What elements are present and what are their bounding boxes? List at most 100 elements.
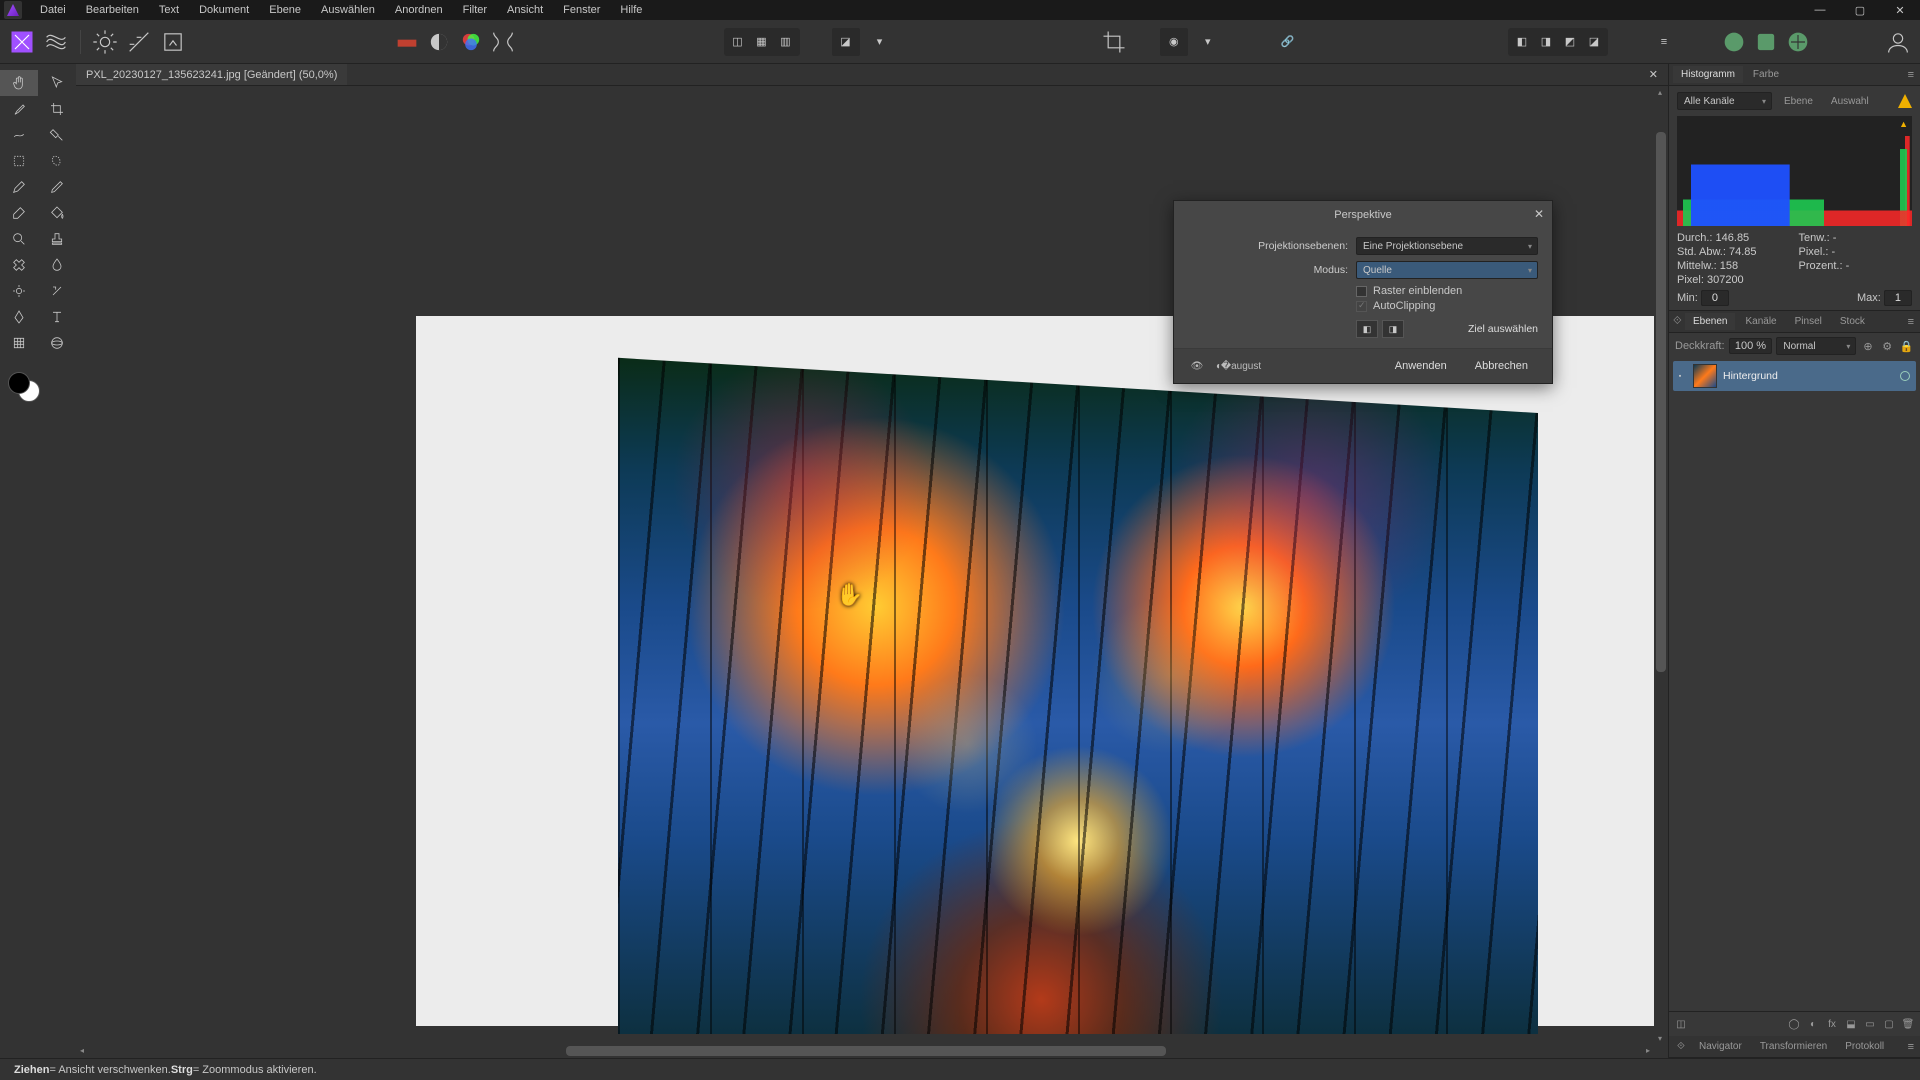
persona-photo-icon[interactable] xyxy=(8,28,36,56)
before-toggle[interactable]: ◧ xyxy=(1356,320,1378,338)
menu-anordnen[interactable]: Anordnen xyxy=(385,1,453,19)
move-tool[interactable] xyxy=(38,70,76,96)
fx-icon[interactable]: ⊕ xyxy=(1860,338,1875,354)
menu-datei[interactable]: Datei xyxy=(30,1,76,19)
perspective-dialog[interactable]: Perspektive ✕ Projektionsebenen: Eine Pr… xyxy=(1173,200,1553,384)
maximize-button[interactable]: ▢ xyxy=(1840,0,1880,20)
menu-dokument[interactable]: Dokument xyxy=(189,1,259,19)
brush-tool[interactable] xyxy=(0,174,38,200)
tab-histogram[interactable]: Histogramm xyxy=(1673,66,1743,83)
liquify-persona-icon[interactable] xyxy=(42,28,70,56)
sphere-tool[interactable] xyxy=(38,330,76,356)
erase-tool[interactable] xyxy=(0,200,38,226)
mode-select[interactable]: Quelle xyxy=(1356,261,1538,279)
dialog-close-icon[interactable]: ✕ xyxy=(1534,207,1544,221)
opacity-field[interactable]: 100 % xyxy=(1729,338,1773,354)
select-target-button[interactable]: Ziel auswählen xyxy=(1468,323,1538,335)
lock-icon[interactable]: 🔒 xyxy=(1899,338,1914,354)
tab-stock[interactable]: Stock xyxy=(1832,313,1873,330)
sync2-icon[interactable] xyxy=(1752,28,1780,56)
layer-opts-icon[interactable]: ◫ xyxy=(1673,1016,1689,1032)
autocontrast-icon[interactable] xyxy=(425,28,453,56)
dodge-tool[interactable] xyxy=(0,278,38,304)
gear-icon[interactable]: ⚙ xyxy=(1880,338,1895,354)
mesh-tool[interactable] xyxy=(38,278,76,304)
text-tool[interactable] xyxy=(38,304,76,330)
link-icon[interactable]: 🔗 xyxy=(1274,28,1302,56)
arrange2-icon[interactable]: ◨ xyxy=(1534,30,1558,54)
autolevel-icon[interactable] xyxy=(393,28,421,56)
document-tab[interactable]: PXL_20230127_135623241.jpg [Geändert] (5… xyxy=(76,64,347,85)
dropdown2-icon[interactable]: ▾ xyxy=(1194,28,1222,56)
menu-filter[interactable]: Filter xyxy=(453,1,497,19)
zoom-tool[interactable] xyxy=(0,226,38,252)
quickmask-icon[interactable]: ◪ xyxy=(832,28,860,56)
arrange1-icon[interactable]: ◧ xyxy=(1510,30,1534,54)
layer-row[interactable]: ▪ Hintergrund xyxy=(1673,361,1916,391)
tab-color[interactable]: Farbe xyxy=(1745,66,1787,83)
freehand-select-tool[interactable] xyxy=(38,148,76,174)
menu-auswählen[interactable]: Auswählen xyxy=(311,1,385,19)
arrange3-icon[interactable]: ◩ xyxy=(1558,30,1582,54)
layer-visible-icon[interactable] xyxy=(1900,371,1910,381)
adjust-icon[interactable]: ◐ xyxy=(1805,1016,1821,1032)
sync1-icon[interactable] xyxy=(1720,28,1748,56)
arrange4-icon[interactable]: ◪ xyxy=(1582,30,1606,54)
panel-menu-icon[interactable]: ≡ xyxy=(1902,69,1920,81)
preview-mirror-icon[interactable]: �august xyxy=(1232,358,1250,374)
menu-text[interactable]: Text xyxy=(149,1,189,19)
fill-tool[interactable] xyxy=(38,200,76,226)
heal-tool[interactable] xyxy=(0,252,38,278)
blur-tool[interactable] xyxy=(38,252,76,278)
crop-icon[interactable] xyxy=(1100,28,1128,56)
minimize-button[interactable]: — xyxy=(1800,0,1840,20)
group-icon[interactable]: ▭ xyxy=(1862,1016,1878,1032)
after-toggle[interactable]: ◨ xyxy=(1382,320,1404,338)
align-icon[interactable]: ≡ xyxy=(1650,28,1678,56)
menu-bearbeiten[interactable]: Bearbeiten xyxy=(76,1,149,19)
mask-icon[interactable]: ◯ xyxy=(1786,1016,1802,1032)
grid-checkbox[interactable]: Raster einblenden xyxy=(1356,285,1538,297)
menu-ansicht[interactable]: Ansicht xyxy=(497,1,553,19)
merge-icon[interactable]: ⬓ xyxy=(1843,1016,1859,1032)
dialog-title[interactable]: Perspektive ✕ xyxy=(1174,201,1552,229)
pencil-tool[interactable] xyxy=(38,174,76,200)
menu-fenster[interactable]: Fenster xyxy=(553,1,610,19)
dropdown-icon[interactable]: ▾ xyxy=(866,28,894,56)
sync3-icon[interactable] xyxy=(1784,28,1812,56)
tab-channels[interactable]: Kanäle xyxy=(1737,313,1784,330)
marquee-tool[interactable] xyxy=(0,148,38,174)
tab-history[interactable]: Protokoll xyxy=(1837,1038,1892,1055)
grid-tool[interactable] xyxy=(0,330,38,356)
close-doc-icon[interactable]: ✕ xyxy=(1639,68,1668,81)
tab-layers[interactable]: Ebenen xyxy=(1685,313,1735,330)
cancel-button[interactable]: Abbrechen xyxy=(1465,357,1538,375)
hist-max[interactable]: 1 xyxy=(1884,290,1912,306)
projection-select[interactable]: Eine Projektionsebene xyxy=(1356,237,1538,255)
tonemap-icon[interactable] xyxy=(125,28,153,56)
pin2-icon[interactable]: ⟐ xyxy=(1673,1039,1689,1055)
selection-brush-tool[interactable] xyxy=(0,122,38,148)
scope-layer-button[interactable]: Ebene xyxy=(1778,94,1819,109)
flood-select-tool[interactable] xyxy=(38,122,76,148)
stamp-tool[interactable] xyxy=(38,226,76,252)
scope-selection-button[interactable]: Auswahl xyxy=(1825,94,1875,109)
hand-tool[interactable] xyxy=(0,70,38,96)
channel-select[interactable]: Alle Kanäle xyxy=(1677,92,1772,110)
autowb-icon[interactable] xyxy=(489,28,517,56)
tab-brushes[interactable]: Pinsel xyxy=(1787,313,1830,330)
color-picker-tool[interactable] xyxy=(0,96,38,122)
menu-hilfe[interactable]: Hilfe xyxy=(610,1,652,19)
horizontal-scrollbar[interactable]: ◂▸ xyxy=(76,1044,1654,1058)
fx2-icon[interactable]: fx xyxy=(1824,1016,1840,1032)
tab-navigator[interactable]: Navigator xyxy=(1691,1038,1750,1055)
blend-select[interactable]: Normal xyxy=(1776,337,1856,355)
color-swatches[interactable] xyxy=(6,366,46,406)
add-layer-icon[interactable]: ▢ xyxy=(1881,1016,1897,1032)
delete-layer-icon[interactable]: 🗑 xyxy=(1900,1016,1916,1032)
preview-off-icon[interactable]: 👁 xyxy=(1188,358,1206,374)
account-icon[interactable] xyxy=(1884,28,1912,56)
tab-transform[interactable]: Transformieren xyxy=(1752,1038,1835,1055)
apply-button[interactable]: Anwenden xyxy=(1385,357,1457,375)
sel-add-icon[interactable]: ▦ xyxy=(750,30,774,54)
